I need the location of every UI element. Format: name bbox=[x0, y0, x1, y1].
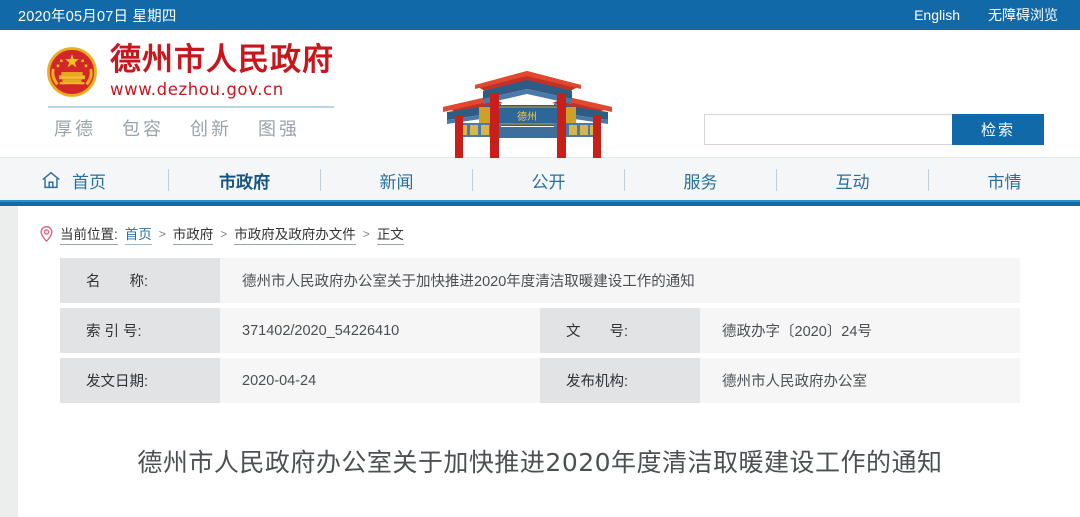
info-value-doc-number: 德政办字〔2020〕24号 bbox=[700, 308, 1020, 353]
nav-label-news: 新闻 bbox=[379, 172, 414, 192]
sidebar-item-home[interactable]: 首页 bbox=[18, 158, 168, 202]
motto-word-1: 厚德 bbox=[54, 119, 96, 139]
site-brand[interactable]: 德州市人民政府 www.dezhou.gov.cn 厚德 包容 创新 图强 bbox=[44, 42, 344, 141]
nav-label-city-government: 市政府 bbox=[219, 172, 270, 192]
search-button[interactable]: 检索 bbox=[952, 114, 1044, 145]
nav-label-interaction: 互动 bbox=[835, 172, 870, 192]
brand-text: 德州市人民政府 www.dezhou.gov.cn bbox=[110, 42, 334, 99]
breadcrumb-item-city-government[interactable]: 市政府 bbox=[172, 223, 214, 245]
motto-word-4: 图强 bbox=[258, 119, 300, 139]
nav-item-city-government[interactable]: 市政府 bbox=[169, 158, 320, 202]
nav-label-city-profile: 市情 bbox=[987, 172, 1022, 192]
table-row: 名 称: 德州市人民政府办公室关于加快推进2020年度清洁取暖建设工作的通知 bbox=[60, 258, 1020, 303]
nav-item-news[interactable]: 新闻 bbox=[321, 158, 472, 202]
breadcrumb-item-documents[interactable]: 市政府及政府办文件 bbox=[234, 223, 356, 245]
info-value-index-number: 371402/2020_54226410 bbox=[220, 308, 540, 353]
breadcrumb-item-article[interactable]: 正文 bbox=[376, 223, 404, 245]
breadcrumb-label: 当前位置: bbox=[60, 223, 118, 245]
page-title: 德州市人民政府办公室关于加快推进2020年度清洁取暖建设工作的通知 bbox=[137, 448, 943, 477]
document-info-table: 名 称: 德州市人民政府办公室关于加快推进2020年度清洁取暖建设工作的通知 索… bbox=[60, 258, 1020, 403]
nav-item-interaction[interactable]: 互动 bbox=[777, 158, 928, 202]
main-navigation: 首页 市政府 新闻 公开 服务 互动 市情 bbox=[0, 158, 1080, 206]
top-bar: 2020年05月07日 星期四 English 无障碍浏览 bbox=[0, 0, 1080, 30]
top-bar-links: English 无障碍浏览 bbox=[914, 5, 1058, 25]
brand-top: 德州市人民政府 www.dezhou.gov.cn bbox=[44, 42, 344, 100]
nav-accent-underline bbox=[0, 200, 1080, 202]
info-value-issuing-agency: 德州市人民政府办公室 bbox=[700, 358, 1020, 403]
city-motto: 厚德 包容 创新 图强 bbox=[54, 115, 344, 141]
search-box: 检索 bbox=[704, 114, 1044, 145]
info-label-issuing-agency: 发布机构: bbox=[540, 358, 700, 403]
search-input[interactable] bbox=[704, 114, 952, 145]
breadcrumb: 当前位置: 首页 > 市政府 > 市政府及政府办文件 > 正文 bbox=[0, 206, 1080, 248]
breadcrumb-separator: > bbox=[158, 227, 166, 241]
nav-label-home: 首页 bbox=[72, 172, 106, 192]
nav-label-disclosure: 公开 bbox=[531, 172, 566, 192]
accessibility-link[interactable]: 无障碍浏览 bbox=[988, 5, 1058, 25]
english-link[interactable]: English bbox=[914, 7, 960, 23]
nav-label-services: 服务 bbox=[683, 172, 718, 192]
site-url: www.dezhou.gov.cn bbox=[110, 79, 284, 99]
site-title: 德州市人民政府 bbox=[110, 42, 334, 78]
info-label-doc-number: 文 号: bbox=[540, 308, 700, 353]
site-header: 德州市人民政府 www.dezhou.gov.cn 厚德 包容 创新 图强 德州… bbox=[0, 30, 1080, 174]
nav-item-disclosure[interactable]: 公开 bbox=[473, 158, 624, 202]
svg-text:德州: 德州 bbox=[517, 110, 537, 123]
nav-item-services[interactable]: 服务 bbox=[625, 158, 776, 202]
info-label-issue-date: 发文日期: bbox=[60, 358, 220, 403]
nav-list: 首页 市政府 新闻 公开 服务 互动 市情 bbox=[0, 158, 1080, 202]
info-label-name: 名 称: bbox=[60, 258, 220, 303]
table-row: 发文日期: 2020-04-24 发布机构: 德州市人民政府办公室 bbox=[60, 358, 1020, 403]
home-icon bbox=[42, 171, 60, 189]
brand-divider bbox=[48, 106, 334, 108]
breadcrumb-item-home[interactable]: 首页 bbox=[124, 223, 152, 245]
location-pin-icon bbox=[40, 226, 53, 242]
info-value-name: 德州市人民政府办公室关于加快推进2020年度清洁取暖建设工作的通知 bbox=[220, 258, 1020, 303]
info-value-issue-date: 2020-04-24 bbox=[220, 358, 540, 403]
motto-word-3: 创新 bbox=[190, 119, 232, 139]
info-label-index-number: 索 引 号: bbox=[60, 308, 220, 353]
nav-item-city-profile[interactable]: 市情 bbox=[929, 158, 1080, 202]
page-root: 2020年05月07日 星期四 English 无障碍浏览 德州市人民政府 ww… bbox=[0, 0, 1080, 517]
breadcrumb-separator: > bbox=[362, 227, 370, 241]
current-date: 2020年05月07日 星期四 bbox=[18, 8, 177, 25]
breadcrumb-separator: > bbox=[220, 227, 228, 241]
motto-word-2: 包容 bbox=[122, 119, 164, 139]
table-row: 索 引 号: 371402/2020_54226410 文 号: 德政办字〔20… bbox=[60, 308, 1020, 353]
national-emblem-icon bbox=[47, 47, 97, 97]
